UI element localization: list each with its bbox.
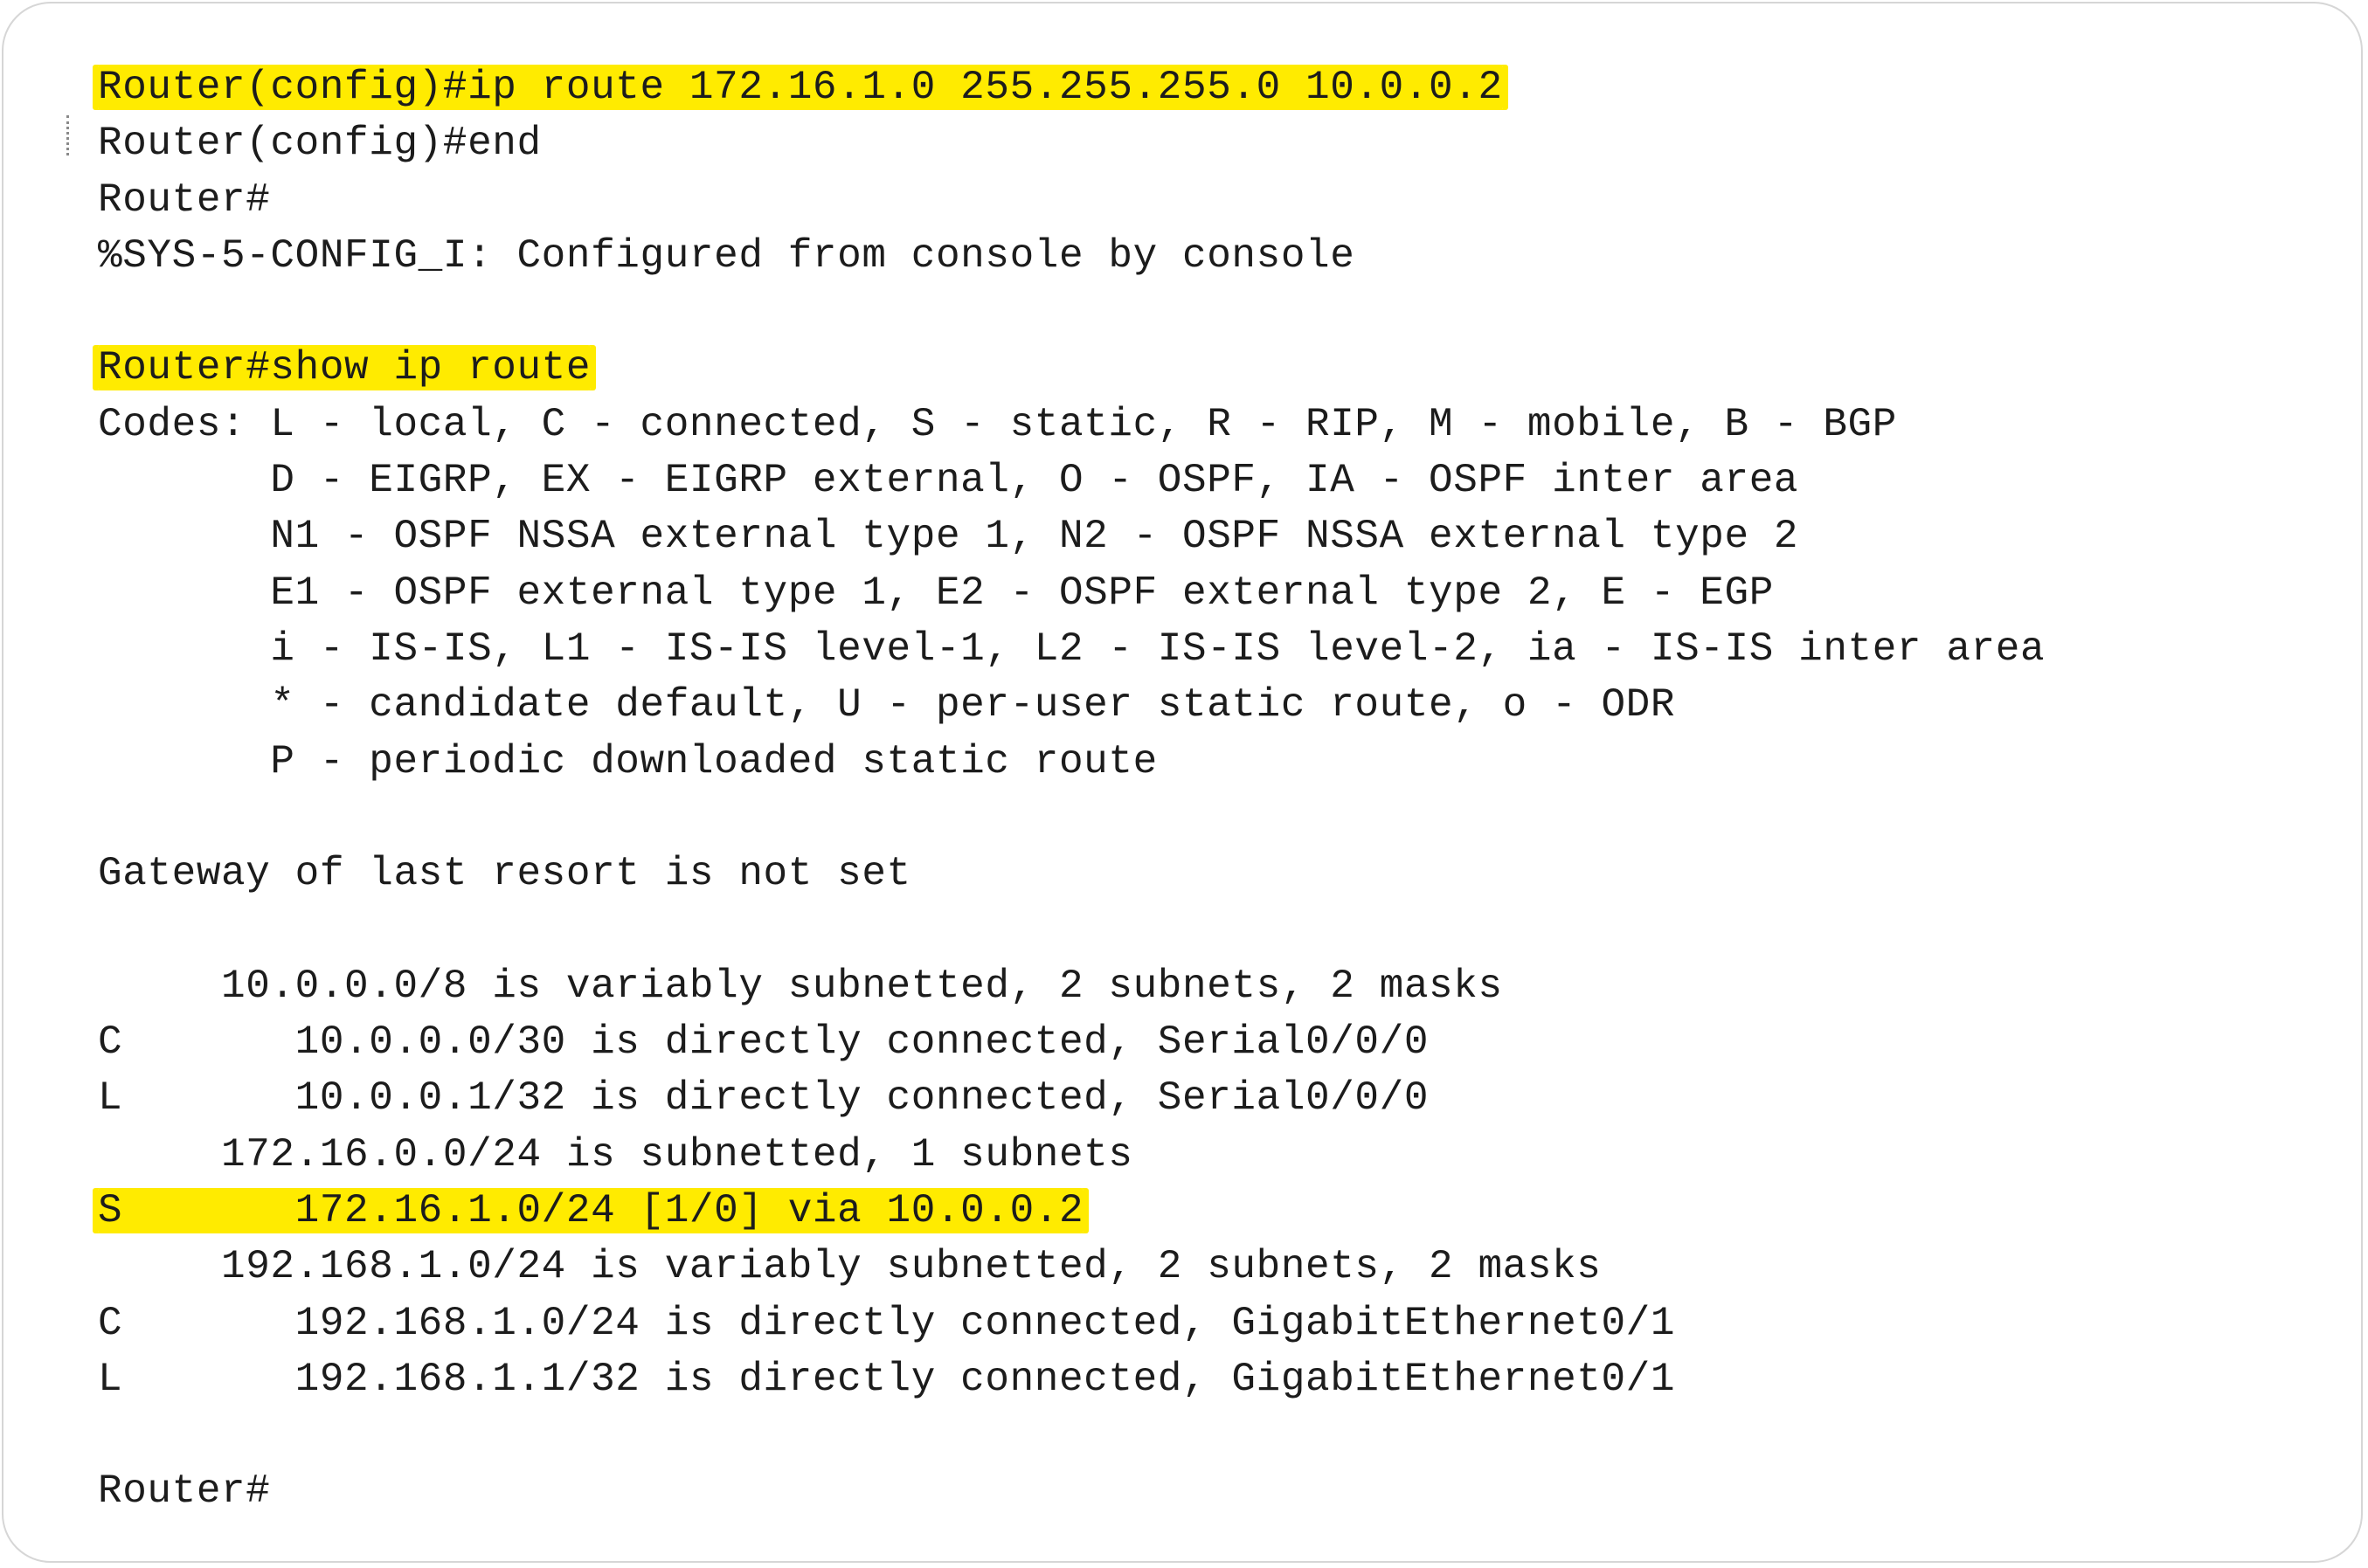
console-line-text: i - IS-IS, L1 - IS-IS level-1, L2 - IS-I… bbox=[98, 625, 2046, 672]
console-line: D - EIGRP, EX - EIGRP external, O - OSPF… bbox=[98, 452, 2045, 508]
console-line: Router(config)#end bbox=[98, 115, 2045, 171]
console-line: 10.0.0.0/8 is variably subnetted, 2 subn… bbox=[98, 958, 2045, 1014]
console-line-text: D - EIGRP, EX - EIGRP external, O - OSPF… bbox=[98, 458, 1799, 504]
highlighted-command-text: Router(config)#ip route 172.16.1.0 255.2… bbox=[98, 65, 1503, 110]
console-line-text: Router# bbox=[98, 176, 271, 223]
console-line-text: Router# bbox=[98, 1468, 271, 1515]
console-line: L 10.0.0.1/32 is directly connected, Ser… bbox=[98, 1070, 2045, 1126]
console-line: Router(config)#ip route 172.16.1.0 255.2… bbox=[98, 59, 2045, 115]
console-line: C 10.0.0.0/30 is directly connected, Ser… bbox=[98, 1014, 2045, 1070]
console-line: %SYS-5-CONFIG_I: Configured from console… bbox=[98, 228, 2045, 284]
console-line-text: Router(config)#end bbox=[98, 121, 542, 167]
console-line: Router# bbox=[98, 172, 2045, 228]
console-line-text: 172.16.0.0/24 is subnetted, 1 subnets bbox=[98, 1131, 1133, 1178]
console-line: N1 - OSPF NSSA external type 1, N2 - OSP… bbox=[98, 508, 2045, 564]
highlighted-command-text: S 172.16.1.0/24 [1/0] via 10.0.0.2 bbox=[98, 1187, 1084, 1233]
console-line-text: N1 - OSPF NSSA external type 1, N2 - OSP… bbox=[98, 514, 1799, 560]
console-line-text: Codes: L - local, C - connected, S - sta… bbox=[98, 401, 1897, 447]
console-line: i - IS-IS, L1 - IS-IS level-1, L2 - IS-I… bbox=[98, 621, 2045, 677]
router-console-output[interactable]: Router(config)#ip route 172.16.1.0 255.2… bbox=[98, 59, 2045, 1520]
console-line: Gateway of last resort is not set bbox=[98, 846, 2045, 901]
screenshot-frame: Router(config)#ip route 172.16.1.0 255.2… bbox=[2, 2, 2363, 1563]
console-line: S 172.16.1.0/24 [1/0] via 10.0.0.2 bbox=[98, 1183, 2045, 1239]
console-line: Codes: L - local, C - connected, S - sta… bbox=[98, 397, 2045, 452]
console-line-text: C 10.0.0.0/30 is directly connected, Ser… bbox=[98, 1019, 1430, 1066]
console-line-text: P - periodic downloaded static route bbox=[98, 738, 1158, 784]
console-line: 192.168.1.0/24 is variably subnetted, 2 … bbox=[98, 1239, 2045, 1295]
console-line-text: E1 - OSPF external type 1, E2 - OSPF ext… bbox=[98, 570, 1774, 616]
console-line: * - candidate default, U - per-user stat… bbox=[98, 677, 2045, 733]
console-line-text: Gateway of last resort is not set bbox=[98, 851, 911, 897]
console-line: C 192.168.1.0/24 is directly connected, … bbox=[98, 1295, 2045, 1351]
console-line-text: * - candidate default, U - per-user stat… bbox=[98, 682, 1676, 729]
console-line: 172.16.0.0/24 is subnetted, 1 subnets bbox=[98, 1127, 2045, 1183]
text-cursor-mark bbox=[66, 115, 72, 155]
console-line: P - periodic downloaded static route bbox=[98, 734, 2045, 790]
console-line: L 192.168.1.1/32 is directly connected, … bbox=[98, 1351, 2045, 1407]
console-line-text: 10.0.0.0/8 is variably subnetted, 2 subn… bbox=[98, 963, 1503, 1009]
console-line-text: L 10.0.0.1/32 is directly connected, Ser… bbox=[98, 1075, 1430, 1122]
console-line-text: L 192.168.1.1/32 is directly connected, … bbox=[98, 1356, 1676, 1402]
console-line: Router#show ip route bbox=[98, 340, 2045, 396]
console-line: Router# bbox=[98, 1463, 2045, 1519]
console-line-text: C 192.168.1.0/24 is directly connected, … bbox=[98, 1300, 1676, 1346]
console-line-text: %SYS-5-CONFIG_I: Configured from console… bbox=[98, 232, 1355, 279]
console-line-text: 192.168.1.0/24 is variably subnetted, 2 … bbox=[98, 1244, 1602, 1290]
console-line: E1 - OSPF external type 1, E2 - OSPF ext… bbox=[98, 565, 2045, 621]
highlighted-command-text: Router#show ip route bbox=[98, 345, 592, 391]
